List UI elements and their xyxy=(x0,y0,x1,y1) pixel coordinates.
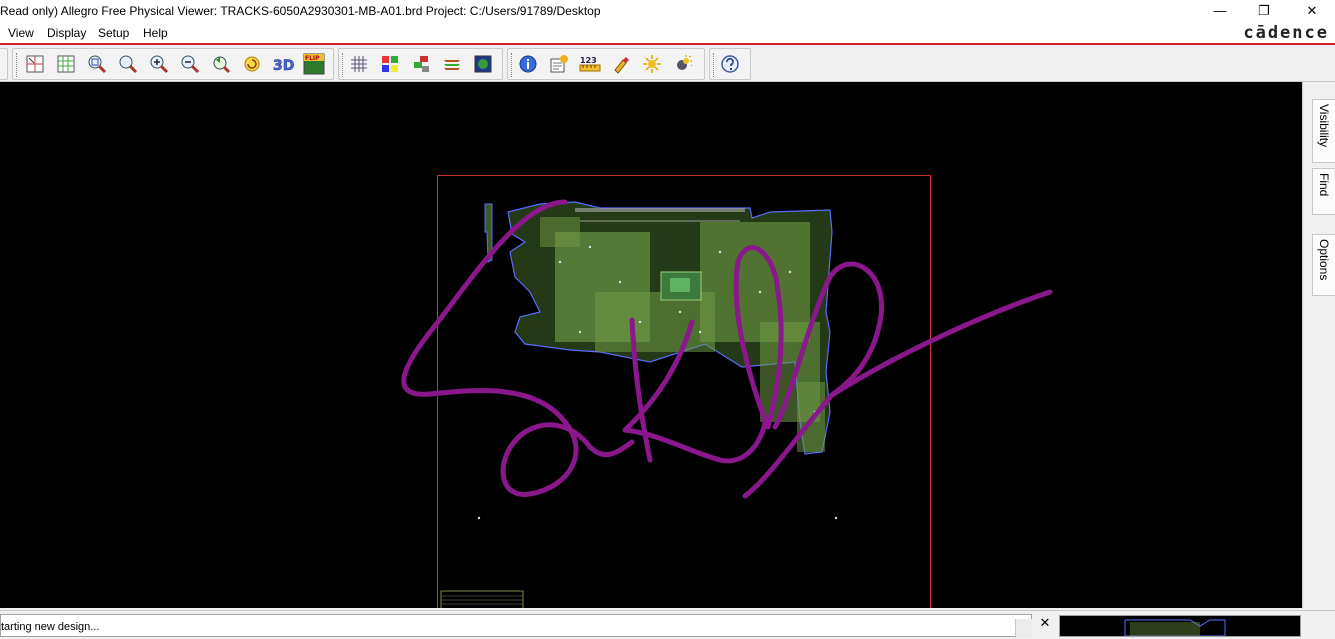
tab-find-label: Find xyxy=(1317,173,1331,197)
menu-display[interactable]: Display xyxy=(47,26,86,40)
show-element-icon[interactable] xyxy=(547,52,571,76)
tab-visibility[interactable]: Visibility xyxy=(1312,99,1335,163)
toolbar-grip[interactable] xyxy=(511,53,515,77)
redraw-icon[interactable] xyxy=(240,52,264,76)
window-title: Read only) Allegro Free Physical Viewer:… xyxy=(0,4,601,18)
board-view xyxy=(401,175,1053,608)
pcb-layout xyxy=(477,201,838,520)
zoom-points-icon[interactable] xyxy=(116,52,140,76)
status-message: tarting new design... xyxy=(1,621,100,633)
flip-icon[interactable]: FLIP xyxy=(302,52,326,76)
toolbar-group-edge xyxy=(0,48,8,80)
tab-find[interactable]: Find xyxy=(1312,168,1335,215)
toolbar-grip[interactable] xyxy=(713,53,717,77)
flip-label: FLIP xyxy=(305,55,320,62)
toolbar-grip[interactable] xyxy=(16,53,20,77)
zoom-in-icon[interactable] xyxy=(147,52,171,76)
layers-icon[interactable] xyxy=(409,52,433,76)
menu-setup[interactable]: Setup xyxy=(98,26,129,40)
toolbar-grip[interactable] xyxy=(342,53,346,77)
measure-label: 123 xyxy=(580,56,597,65)
3d-label: 3D xyxy=(273,58,294,74)
help-icon[interactable] xyxy=(718,52,742,76)
3d-view-icon[interactable]: 3D xyxy=(271,52,295,76)
zoom-grid-icon[interactable] xyxy=(54,52,78,76)
minimize-button[interactable]: — xyxy=(1197,0,1243,23)
toolbar-group-tools: 123 xyxy=(507,48,705,80)
title-block xyxy=(440,590,524,608)
zoom-out-icon[interactable] xyxy=(178,52,202,76)
zoom-previous-icon[interactable] xyxy=(209,52,233,76)
close-button[interactable]: ✕ xyxy=(1289,0,1335,23)
shadow-icon[interactable] xyxy=(671,52,695,76)
toolbar-group-view: 3D FLIP xyxy=(12,48,334,80)
dehighlight-icon[interactable] xyxy=(640,52,664,76)
title-bar: Read only) Allegro Free Physical Viewer:… xyxy=(0,0,1335,23)
tab-options[interactable]: Options xyxy=(1312,234,1335,296)
status-bar: tarting new design... ✕ xyxy=(0,610,1335,638)
zoom-fit-icon[interactable] xyxy=(23,52,47,76)
tab-options-label: Options xyxy=(1317,239,1331,281)
design-canvas[interactable] xyxy=(0,82,1302,608)
world-view-icon[interactable] xyxy=(471,52,495,76)
menu-help[interactable]: Help xyxy=(143,26,168,40)
menu-bar: View Display Setup Help cādence xyxy=(0,23,1335,43)
toolbar: 3D FLIP 123 xyxy=(0,45,1335,82)
menu-view[interactable]: View xyxy=(8,26,34,40)
highlight-icon[interactable] xyxy=(609,52,633,76)
minimap-board xyxy=(1124,619,1226,637)
zoom-window-icon[interactable] xyxy=(85,52,109,76)
status-close-icon[interactable]: ✕ xyxy=(1037,614,1053,632)
color-icon[interactable] xyxy=(378,52,402,76)
restore-button[interactable]: ❐ xyxy=(1241,0,1287,23)
stackup-icon[interactable] xyxy=(440,52,464,76)
grid-icon[interactable] xyxy=(347,52,371,76)
measure-icon[interactable]: 123 xyxy=(578,52,602,76)
tab-visibility-label: Visibility xyxy=(1317,104,1331,148)
info-icon[interactable] xyxy=(516,52,540,76)
status-scrollbar[interactable] xyxy=(1015,619,1032,638)
right-sidebar: Visibility Find Options xyxy=(1302,82,1335,608)
cadence-logo: cādence xyxy=(1243,23,1329,43)
toolbar-group-help xyxy=(709,48,751,80)
toolbar-group-display xyxy=(338,48,503,80)
